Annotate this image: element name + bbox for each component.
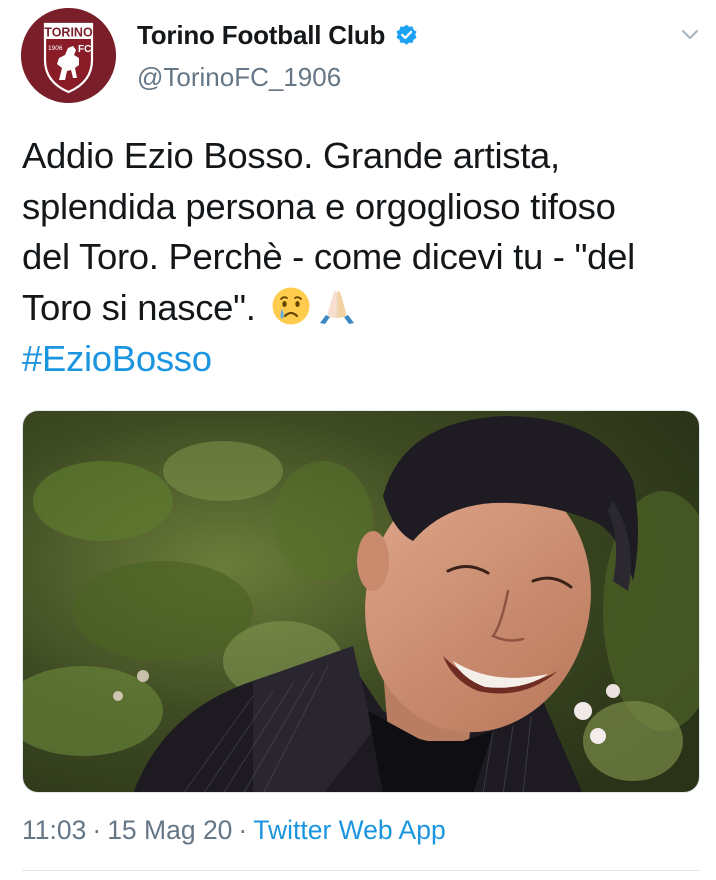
tweet-text: Addio Ezio Bosso. Grande artista, splend…: [22, 131, 712, 333]
hashtag-link[interactable]: #EzioBosso: [22, 334, 212, 384]
tweet-text-line: del Toro. Perchè - come dicevi tu - "del: [22, 236, 635, 277]
tweet-source-link[interactable]: Twitter Web App: [253, 815, 445, 845]
chevron-down-icon[interactable]: [678, 22, 702, 46]
logo-top-text: TORINO: [44, 26, 93, 40]
divider: [22, 870, 700, 871]
logo-year-text: 1906: [48, 45, 63, 52]
tweet-photo[interactable]: [22, 410, 700, 793]
avatar[interactable]: TORINO 1906 FC: [21, 8, 116, 103]
portrait-photo: [23, 411, 699, 792]
torino-fc-logo: TORINO 1906 FC: [21, 8, 116, 103]
tweet-text-last-line: Toro si nasce".: [22, 283, 712, 334]
tweet-text-line: Addio Ezio Bosso. Grande artista,: [22, 135, 560, 176]
tweet-date[interactable]: 15 Mag 20: [107, 815, 232, 845]
tweet-text-line: splendida persona e orgoglioso tifoso: [22, 185, 616, 227]
verified-badge-icon: [394, 23, 419, 48]
user-handle[interactable]: @TorinoFC_1906: [137, 62, 341, 93]
tweet-meta: 11:03 · 15 Mag 20 · Twitter Web App: [22, 815, 446, 846]
display-name[interactable]: Torino Football Club: [137, 20, 385, 51]
logo-fc-text: FC: [78, 44, 91, 55]
tweet-text-line: Toro si nasce".: [22, 286, 256, 328]
folded-hands-emoji: [316, 285, 358, 327]
tweet: TORINO 1906 FC Torino Football Club @Tor…: [0, 0, 716, 880]
tweet-time[interactable]: 11:03: [22, 815, 86, 845]
display-name-row: Torino Football Club: [137, 17, 419, 53]
meta-separator: ·: [92, 815, 102, 845]
meta-separator: ·: [238, 815, 248, 845]
crying-face-emoji: [270, 285, 312, 327]
